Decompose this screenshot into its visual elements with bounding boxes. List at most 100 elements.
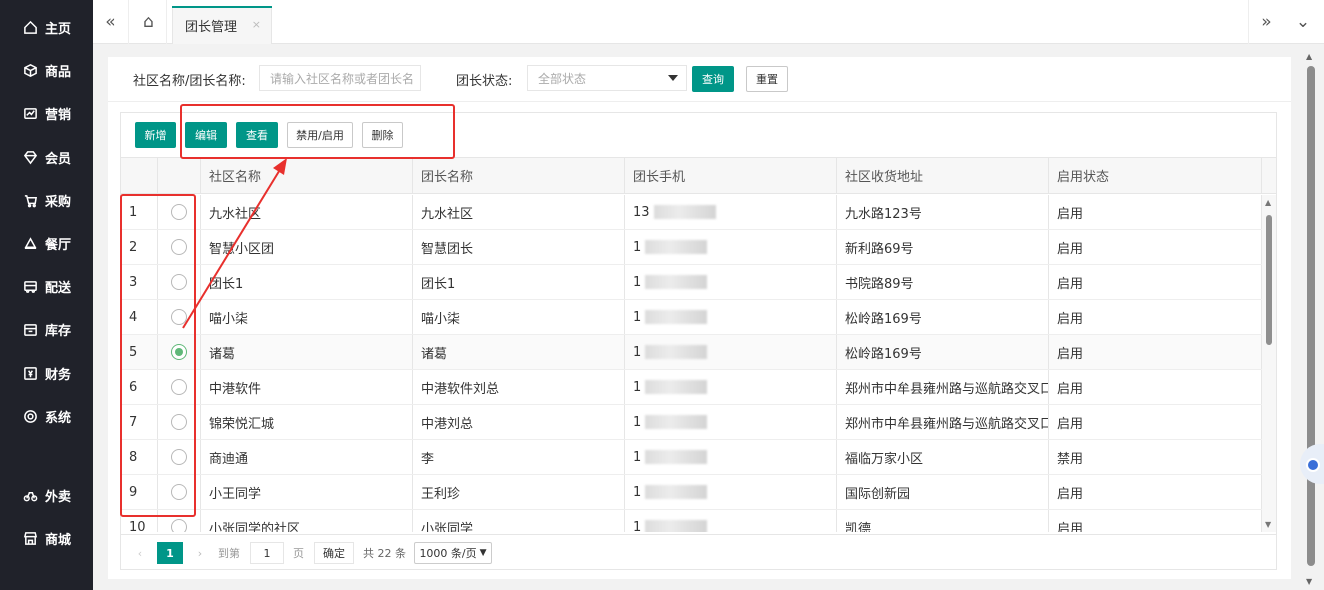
- double-chevron-right-icon: »: [1261, 12, 1272, 32]
- sidebar-item-delivery[interactable]: 配送: [0, 271, 93, 301]
- phone-cell: 13: [625, 195, 837, 229]
- name-search-input[interactable]: 请输入社区名称或者团长名: [259, 65, 421, 91]
- sidebar-item-label: 主页: [45, 21, 72, 37]
- sidebar-item-goods[interactable]: 商品: [0, 55, 93, 85]
- table-header: 社区名称 团长名称 团长手机 社区收货地址 启用状态: [121, 158, 1276, 194]
- sidebar-item-inventory[interactable]: 库存: [0, 314, 93, 344]
- status-filter-label: 团长状态:: [456, 74, 513, 89]
- add-button[interactable]: 新增: [135, 122, 176, 148]
- scroll-down-icon[interactable]: ▼: [1265, 520, 1271, 529]
- address-cell: 郑州市中牟县雍州路与巡航路交叉口: [837, 405, 1049, 439]
- phone-redacted-mask: [645, 345, 708, 359]
- sidebar-item-mall[interactable]: 商城: [0, 523, 93, 553]
- sidebar-item-takeout[interactable]: 外卖: [0, 480, 93, 510]
- leader-cell: 团长1: [413, 265, 625, 299]
- tab-leader-management[interactable]: 团长管理 ×: [172, 6, 272, 44]
- pagination: ‹ 1 › 到第 1 页 确定 共 22 条 1000 条/页 ▼: [121, 534, 1276, 569]
- goto-page-input[interactable]: 1: [250, 542, 284, 564]
- table-row[interactable]: 7 锦荣悦汇城 中港刘总 1 郑州市中牟县雍州路与巡航路交叉口 启用: [121, 405, 1262, 440]
- truck-icon: [22, 278, 38, 294]
- table-scrollbar[interactable]: ▲ ▼: [1262, 195, 1276, 532]
- community-cell: 商迪通: [201, 440, 413, 474]
- leader-cell: 诸葛: [413, 335, 625, 369]
- phone-prefix: 1: [633, 309, 642, 325]
- reset-button[interactable]: 重置: [746, 66, 788, 92]
- tab-label: 团长管理: [185, 20, 238, 35]
- finance-icon: [22, 365, 38, 381]
- phone-prefix: 1: [633, 484, 642, 500]
- page-scroll-down-icon[interactable]: ▼: [1306, 577, 1312, 586]
- row-radio[interactable]: [171, 519, 187, 532]
- floating-assistant-icon[interactable]: [1300, 444, 1324, 484]
- collapse-sidebar-button[interactable]: «: [93, 0, 129, 44]
- sidebar-item-label: 配送: [45, 280, 72, 296]
- sidebar-item-purchase[interactable]: 采购: [0, 185, 93, 215]
- col-leader-name[interactable]: 团长名称: [413, 158, 625, 193]
- phone-prefix: 1: [633, 379, 642, 395]
- col-leader-phone[interactable]: 团长手机: [625, 158, 837, 193]
- status-cell: 启用: [1049, 265, 1262, 299]
- address-cell: 郑州市中牟县雍州路与巡航路交叉口: [837, 370, 1049, 404]
- box-icon: [22, 62, 38, 78]
- page-size-select[interactable]: 1000 条/页 ▼: [414, 542, 492, 564]
- scroll-up-icon[interactable]: ▲: [1265, 198, 1271, 207]
- page-scroll-up-icon[interactable]: ▲: [1306, 52, 1312, 61]
- table-row[interactable]: 6 中港软件 中港软件刘总 1 郑州市中牟县雍州路与巡航路交叉口 启用: [121, 370, 1262, 405]
- leader-cell: 喵小柒: [413, 300, 625, 334]
- status-cell: 启用: [1049, 335, 1262, 369]
- sidebar-item-label: 营销: [45, 107, 72, 123]
- next-page-button[interactable]: ›: [193, 542, 207, 564]
- table-row[interactable]: 8 商迪通李 1 福临万家小区 禁用: [121, 440, 1262, 475]
- gear-icon: [22, 408, 38, 424]
- community-cell: 中港软件: [201, 370, 413, 404]
- col-community-name[interactable]: 社区名称: [201, 158, 413, 193]
- address-cell: 九水路123号: [837, 195, 1049, 229]
- page-scrollbar[interactable]: ▲ ▼: [1305, 50, 1317, 588]
- table-row[interactable]: 2 智慧小区团 智慧团长 1 新利路69号 启用: [121, 230, 1262, 265]
- status-cell: 启用: [1049, 475, 1262, 509]
- tabs-menu-button[interactable]: ⌄: [1285, 0, 1321, 44]
- caret-down-icon: [668, 75, 678, 81]
- prev-page-button[interactable]: ‹: [133, 542, 147, 564]
- sidebar: 主页 商品 营销 会员 采购 餐厅 配送 库存 财务 系统 外卖 商城: [0, 0, 93, 590]
- table-row[interactable]: 10 小张同学的社区 小张同学 1 凯德 启用: [121, 510, 1262, 532]
- page-unit-label: 页: [293, 547, 304, 560]
- address-cell: 书院路89号: [837, 265, 1049, 299]
- sidebar-item-marketing[interactable]: 营销: [0, 98, 93, 128]
- search-button[interactable]: 查询: [692, 66, 734, 92]
- goto-confirm-button[interactable]: 确定: [314, 542, 354, 564]
- phone-redacted-mask: [645, 450, 708, 464]
- sidebar-item-members[interactable]: 会员: [0, 142, 93, 172]
- status-cell: 启用: [1049, 405, 1262, 439]
- sidebar-item-label: 财务: [45, 367, 72, 383]
- chevron-down-icon: ⌄: [1295, 12, 1311, 32]
- home-icon: [22, 19, 38, 35]
- page-1-button[interactable]: 1: [157, 542, 183, 564]
- leader-cell: 中港软件刘总: [413, 370, 625, 404]
- phone-cell: 1: [625, 265, 837, 299]
- phone-prefix: 1: [633, 449, 642, 465]
- page-scroll-thumb[interactable]: [1307, 66, 1315, 566]
- sidebar-item-finance[interactable]: 财务: [0, 358, 93, 388]
- tabs-scroll-right-button[interactable]: »: [1248, 0, 1284, 44]
- sidebar-item-label: 会员: [45, 151, 72, 167]
- home-outline-icon: ⌂: [143, 12, 154, 32]
- sidebar-item-home[interactable]: 主页: [0, 12, 93, 42]
- table-row[interactable]: 5 诸葛 诸葛 1 松岭路169号 启用: [121, 335, 1262, 370]
- table-row[interactable]: 9 小王同学 王利珍 1 国际创新园 启用: [121, 475, 1262, 510]
- col-address[interactable]: 社区收货地址: [837, 158, 1049, 193]
- table-row[interactable]: 4 喵小柒 喵小柒 1 松岭路169号 启用: [121, 300, 1262, 335]
- cart-icon: [22, 192, 38, 208]
- address-cell: 松岭路169号: [837, 335, 1049, 369]
- community-cell: 诸葛: [201, 335, 413, 369]
- sidebar-item-system[interactable]: 系统: [0, 401, 93, 431]
- sidebar-item-restaurant[interactable]: 餐厅: [0, 228, 93, 258]
- table-row[interactable]: 1 九水社区 九水社区 13 九水路123号 启用: [121, 195, 1262, 230]
- phone-prefix: 1: [633, 239, 642, 255]
- table-scroll-thumb[interactable]: [1266, 215, 1272, 345]
- col-status[interactable]: 启用状态: [1049, 158, 1262, 193]
- status-select[interactable]: 全部状态: [527, 65, 687, 91]
- table-row[interactable]: 3 团长1 团长1 1 书院路89号 启用: [121, 265, 1262, 300]
- close-icon[interactable]: ×: [252, 18, 261, 31]
- home-tab-button[interactable]: ⌂: [131, 0, 167, 44]
